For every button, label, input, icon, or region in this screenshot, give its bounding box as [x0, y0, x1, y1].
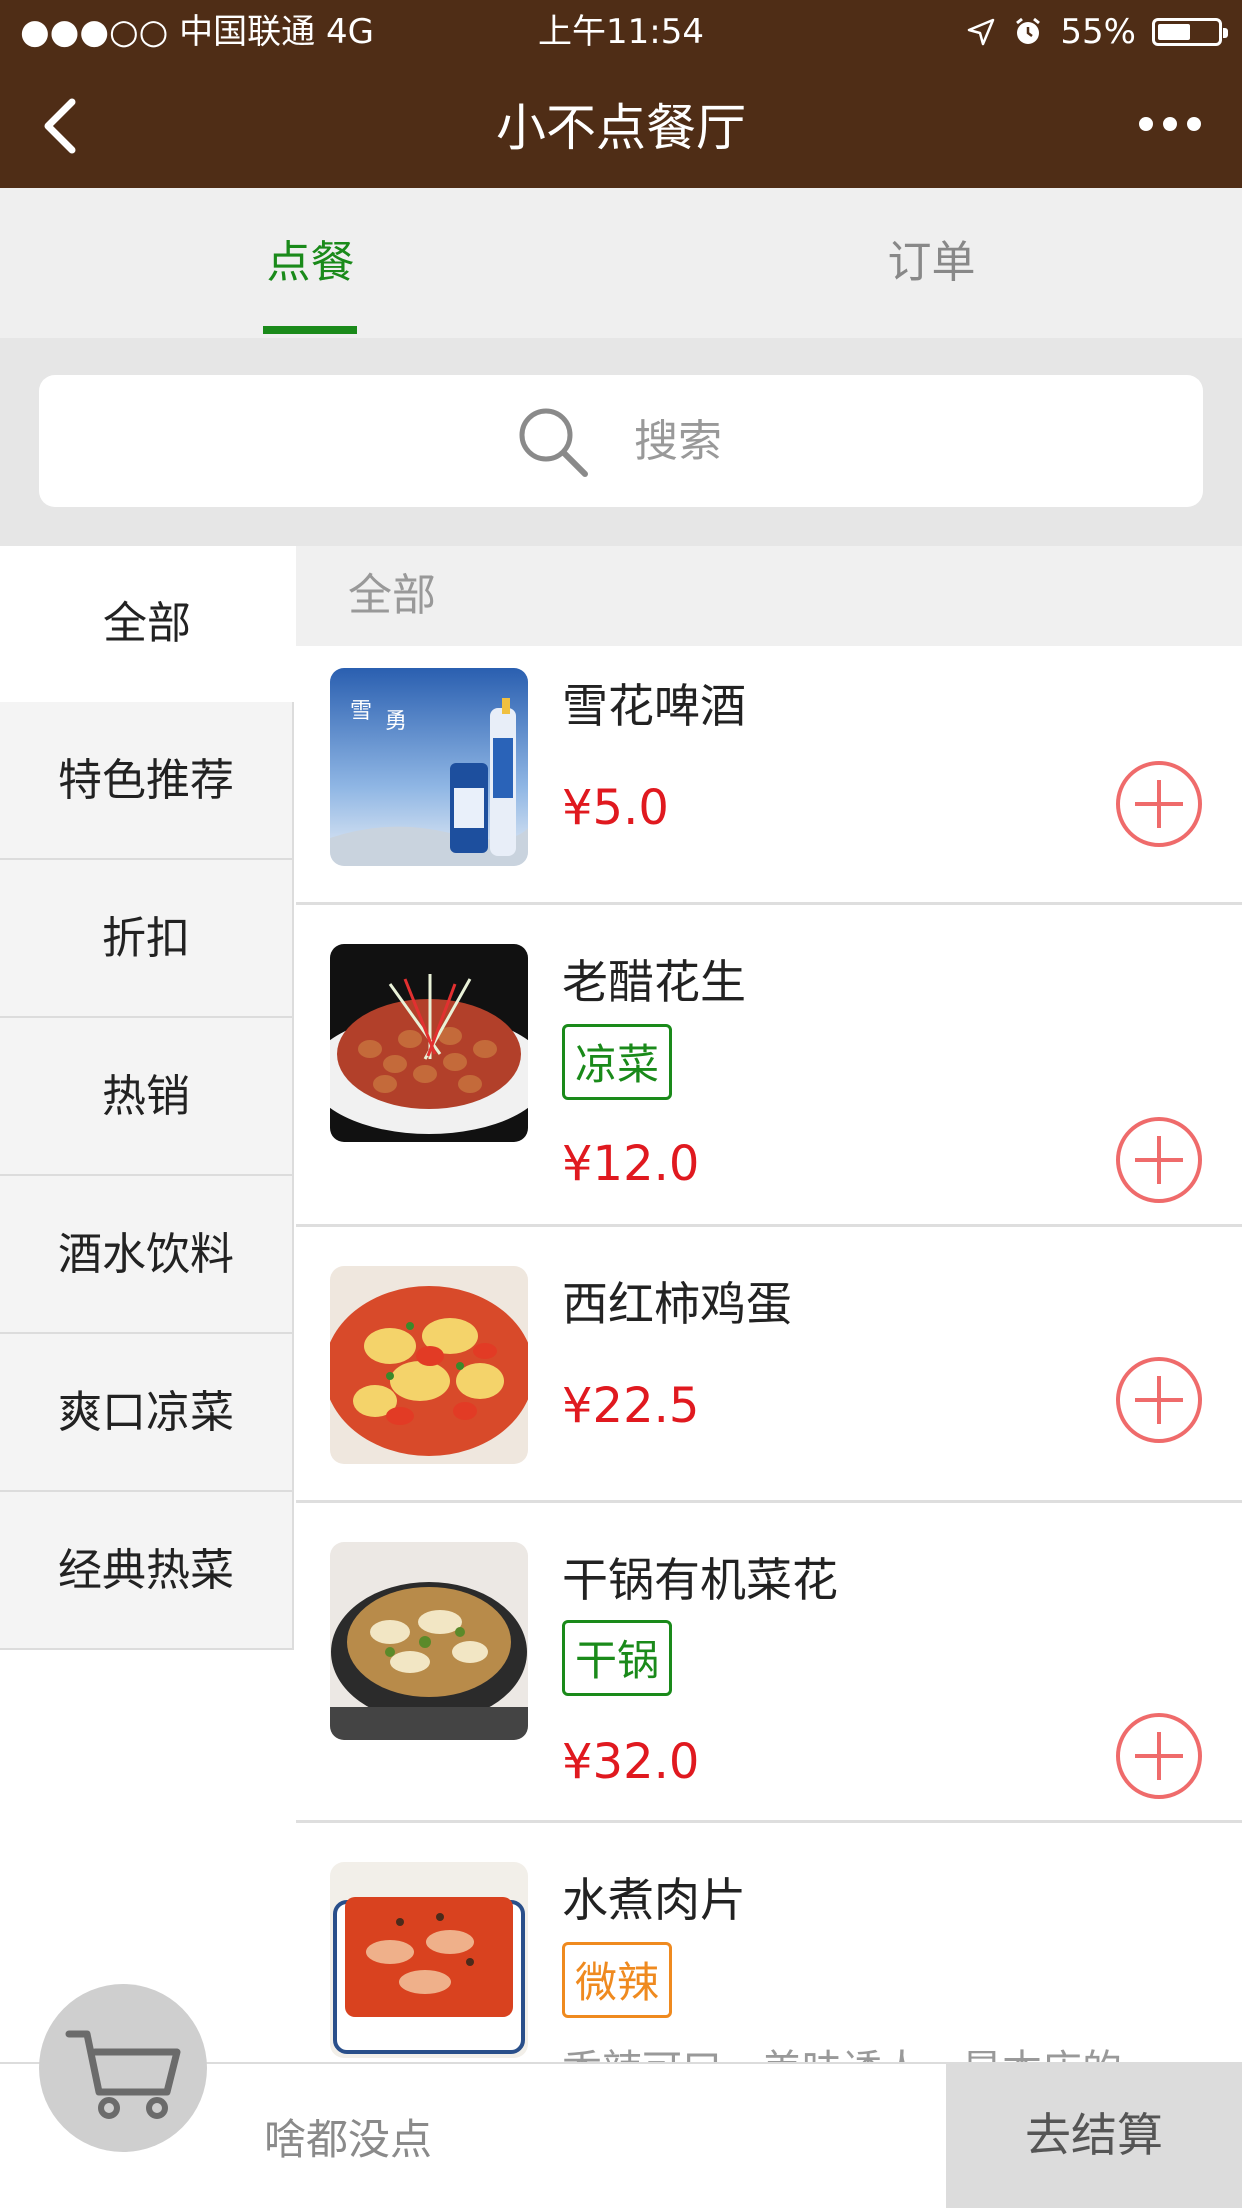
- svg-text:雪: 雪: [350, 699, 372, 724]
- category-drinks[interactable]: 酒水饮料: [0, 1176, 294, 1334]
- dish-image-peanuts: [330, 944, 528, 1142]
- list-section-header: [296, 546, 1242, 646]
- tab-indicator: [263, 326, 357, 334]
- cart-icon: [65, 2030, 181, 2119]
- battery-icon: [1152, 18, 1228, 46]
- dish-description: 香辣可口，美味诱人，是本店的: [562, 2040, 1202, 2062]
- section-title: 全部: [348, 570, 436, 621]
- category-discount[interactable]: 折扣: [0, 860, 294, 1018]
- dish-price: ¥32.0: [562, 1734, 700, 1790]
- dish-image-cauliflower: [330, 1542, 528, 1740]
- tab-orders[interactable]: 订单: [621, 188, 1242, 338]
- more-dots-icon[interactable]: [1136, 110, 1204, 138]
- cart-empty-text: 啥都没点: [264, 2115, 433, 2164]
- svg-text:勇: 勇: [385, 709, 407, 734]
- category-hot-dishes[interactable]: 经典热菜: [0, 1492, 294, 1650]
- dish-tag: 微辣: [562, 1942, 673, 2018]
- row-divider: [296, 1820, 1242, 1823]
- search-placeholder: 搜索: [634, 416, 722, 467]
- battery-percent: 55%: [1060, 12, 1136, 52]
- tab-bar: 点餐 订单: [0, 188, 1242, 338]
- category-all[interactable]: 全部: [0, 546, 294, 702]
- add-to-cart-icon[interactable]: [1115, 760, 1203, 848]
- dish-price: ¥5.0: [562, 780, 669, 836]
- checkout-button[interactable]: 去结算: [946, 2062, 1242, 2208]
- search-input[interactable]: [39, 375, 1203, 507]
- add-to-cart-icon[interactable]: [1115, 1712, 1203, 1800]
- category-hot[interactable]: 热销: [0, 1018, 294, 1176]
- cart-button[interactable]: [39, 1984, 207, 2152]
- dish-image-beer: 雪 勇: [330, 668, 528, 866]
- add-to-cart-icon[interactable]: [1115, 1356, 1203, 1444]
- page-title: 小不点餐厅: [496, 99, 746, 157]
- add-to-cart-icon[interactable]: [1115, 1116, 1203, 1204]
- tab-order-food[interactable]: 点餐: [0, 188, 621, 338]
- alarm-icon: [1016, 17, 1041, 44]
- dish-name: 干锅有机菜花: [562, 1553, 838, 1607]
- location-arrow-icon: [968, 18, 995, 46]
- dish-tag: 干锅: [562, 1620, 673, 1696]
- row-divider: [296, 1500, 1242, 1503]
- dish-price: ¥22.5: [562, 1378, 700, 1434]
- status-right: 55%: [966, 10, 1228, 54]
- dish-image-boiled-pork: [330, 1862, 528, 2058]
- dish-name: 水煮肉片: [562, 1873, 746, 1927]
- dish-name: 老醋花生: [562, 955, 746, 1009]
- row-divider: [296, 902, 1242, 905]
- dish-name: 西红柿鸡蛋: [562, 1277, 792, 1331]
- category-cold-dishes[interactable]: 爽口凉菜: [0, 1334, 294, 1492]
- category-featured[interactable]: 特色推荐: [0, 702, 294, 860]
- dish-price: ¥12.0: [562, 1136, 700, 1192]
- battery-level: [1158, 24, 1190, 40]
- dish-image-tomato-egg: [330, 1266, 528, 1464]
- dish-tag: 凉菜: [562, 1024, 673, 1100]
- dish-name: 雪花啤酒: [562, 679, 746, 733]
- row-divider: [296, 1224, 1242, 1227]
- search-icon: [519, 408, 588, 477]
